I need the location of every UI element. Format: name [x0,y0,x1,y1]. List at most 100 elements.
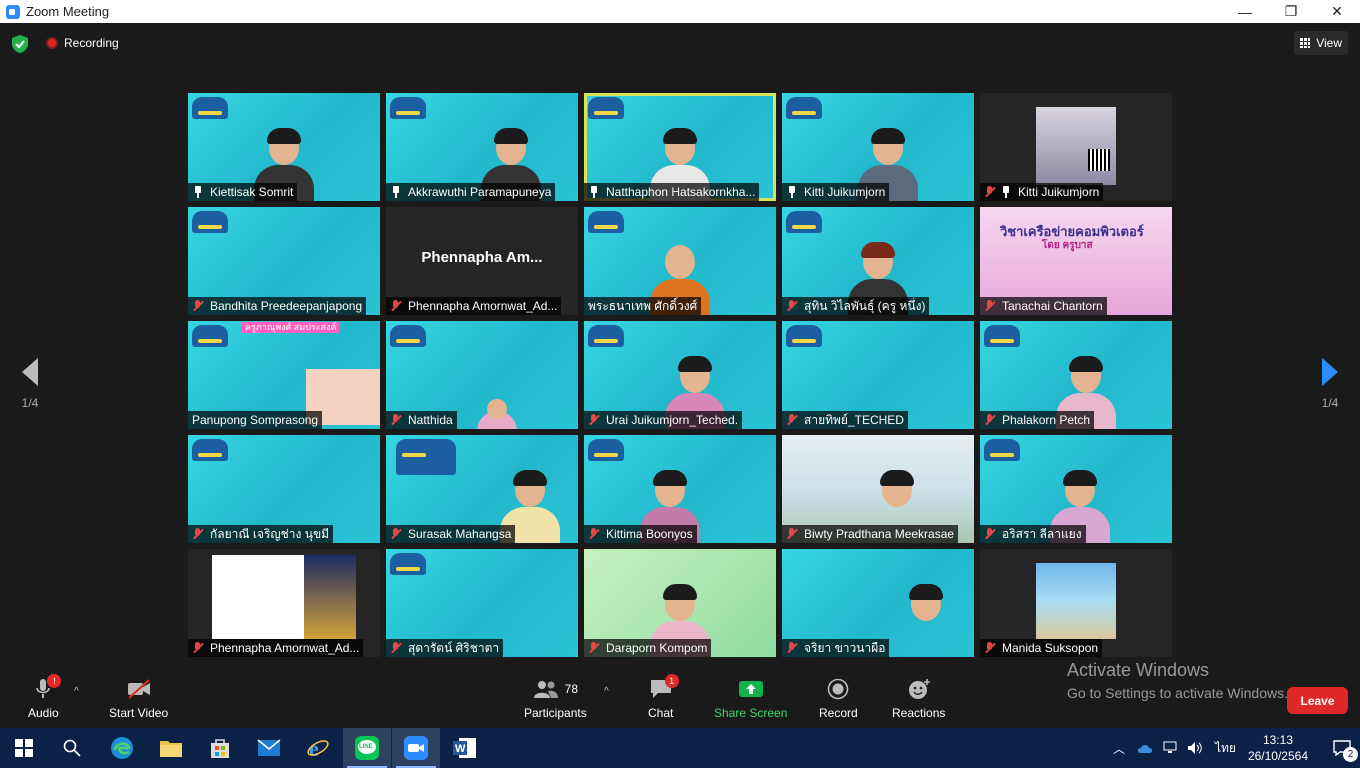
event-banner-logo [786,211,822,233]
start-button[interactable] [0,728,48,768]
participant-name: สุทิน วิไลพันธุ์ (ครู หนึ่ง) [804,299,926,313]
name-label: Natthida [386,411,457,429]
leave-button[interactable]: Leave [1287,687,1348,714]
video-tile[interactable]: สายทิพย์_TECHED [782,321,974,429]
recording-indicator[interactable]: Recording [46,36,119,50]
video-tile[interactable]: Kitti Juikumjorn [980,93,1172,201]
show-hidden-icons-chevron-icon[interactable]: ︿ [1113,740,1125,757]
taskbar-mail[interactable] [245,728,293,768]
activate-windows-watermark: Activate Windows Go to Settings to activ… [1067,660,1288,701]
name-label: Kiettisak Somrit [188,183,298,201]
line-icon-label: LINE [359,744,373,750]
close-button[interactable]: ✕ [1314,0,1360,23]
audio-options-caret[interactable]: ^ [74,686,79,697]
share-screen-label: Share Screen [714,706,788,720]
name-label: สุดารัตน์ ศิริชาตา [386,639,504,657]
participant-name: Natthaphon Hatsakornkha... [606,185,756,199]
participant-name: Natthida [408,413,453,427]
video-tile[interactable]: Urai Juikumjorn_Teched. [584,321,776,429]
next-page-button[interactable]: 1/4 [1310,358,1350,410]
chat-button[interactable]: 1 Chat [648,674,679,720]
video-tile[interactable]: จริยา ขาวนาผือ [782,549,974,657]
video-tile[interactable]: สุดารัตน์ ศิริชาตา [386,549,578,657]
participant-name: กัลยาณี เจริญช่าง นุขมี [210,527,330,541]
name-label: Bandhita Preedeepanjapong [188,297,367,315]
participants-button[interactable]: 78 Participants [524,678,587,720]
taskbar-line[interactable]: LINE [343,728,391,768]
meeting-area: Recording View 1/4 1/4 Kiettisak Somrit … [0,23,1360,672]
video-tile[interactable]: Akkrawuthi Paramapuneya [386,93,578,201]
video-tile[interactable]: Surasak Mahangsa [386,435,578,543]
profile-picture [1036,563,1116,639]
video-tile-active-speaker[interactable]: Natthaphon Hatsakornkha... [584,93,776,201]
video-tile[interactable]: วิชาเครือข่ายคอมพิวเตอร์ โดย ครูบาส Tana… [980,207,1172,315]
minimize-button[interactable]: — [1222,0,1268,23]
taskbar-edge[interactable] [98,728,146,768]
shared-video-frame [212,555,356,639]
video-tile[interactable]: อริสรา ลีลาแยง [980,435,1172,543]
name-label: Kitti Juikumjorn [980,183,1104,201]
action-center-button[interactable]: 2 [1324,728,1360,768]
participant-name: จริยา ขาวนาผือ [804,641,886,655]
participant-name: Urai Juikumjorn_Teched. [606,413,739,427]
taskbar-clock[interactable]: 13:13 26/10/2564 [1248,732,1308,764]
video-tile[interactable]: พระธนาเทพ ศักดิ์วงศ์ [584,207,776,315]
name-label: Panupong Somprasong [188,411,323,429]
name-label: Kitti Juikumjorn [782,183,890,201]
start-video-button[interactable]: Start Video [109,678,168,720]
participants-options-caret[interactable]: ^ [604,686,609,697]
participant-name: Tanachai Chantorn [1002,299,1103,313]
taskbar-store[interactable] [196,728,244,768]
onedrive-icon[interactable] [1137,742,1153,754]
video-tile[interactable]: Kittima Boonyos [584,435,776,543]
network-icon[interactable] [1163,741,1179,755]
record-button[interactable]: Record [819,678,858,720]
video-tile[interactable]: Kiettisak Somrit [188,93,380,201]
event-banner-logo [192,325,228,347]
video-tile[interactable]: Phennapha Amornwat_Ad... [188,549,380,657]
mic-muted-icon [588,642,600,654]
event-banner-logo [390,325,426,347]
pin-icon [390,186,402,198]
taskbar-word[interactable]: W [441,728,489,768]
zoom-icon [404,736,428,760]
event-banner-logo [192,97,228,119]
video-tile[interactable]: Biwty Pradthana Meekrasae [782,435,974,543]
video-tile[interactable]: Phalakorn Petch [980,321,1172,429]
mail-icon [257,739,281,756]
audio-button[interactable]: ! Audio [28,674,62,720]
shield-icon[interactable] [12,35,28,53]
taskbar-search-button[interactable] [48,728,96,768]
video-tile[interactable]: Daraporn Kompom [584,549,776,657]
store-icon [211,739,229,758]
taskbar-file-explorer[interactable] [147,728,195,768]
participant-name: อริสรา ลีลาแยง [1002,527,1082,541]
system-tray: ︿ ไทย 13:13 26/10/2564 2 [1113,728,1360,768]
page-indicator-right: 1/4 [1321,396,1339,410]
taskbar-internet-explorer[interactable]: e [294,728,342,768]
video-tile[interactable]: กัลยาณี เจริญช่าง นุขมี [188,435,380,543]
video-tile[interactable]: Manida Suksopon [980,549,1172,657]
maximize-button[interactable]: ❐ [1268,0,1314,23]
input-language-indicator[interactable]: ไทย [1215,739,1236,758]
volume-icon[interactable] [1187,741,1203,755]
name-label: Urai Juikumjorn_Teched. [584,411,743,429]
view-button[interactable]: View [1294,31,1348,55]
video-tile[interactable]: Natthida [386,321,578,429]
event-banner-logo [588,97,624,119]
video-tile-camera-off[interactable]: Phennapha Am... Phennapha Amornwat_Ad... [386,207,578,315]
arrow-right-icon [1322,358,1338,386]
reactions-button[interactable]: Reactions [892,678,945,720]
record-icon [826,678,850,700]
share-screen-button[interactable]: Share Screen [714,678,787,720]
taskbar-zoom[interactable] [392,728,440,768]
previous-page-button[interactable]: 1/4 [10,358,50,410]
windows-logo-icon [15,739,33,757]
participant-name: Phalakorn Petch [1002,413,1091,427]
video-tile[interactable]: Kitti Juikumjorn [782,93,974,201]
video-tile[interactable]: Bandhita Preedeepanjapong [188,207,380,315]
event-banner-logo [588,325,624,347]
video-tile[interactable]: สุทิน วิไลพันธุ์ (ครู หนึ่ง) [782,207,974,315]
video-tile[interactable]: ครูภาณุพงศ์ สมประสงค์ Panupong Somprason… [188,321,380,429]
video-grid: Kiettisak Somrit Akkrawuthi Paramapuneya… [188,93,1172,657]
